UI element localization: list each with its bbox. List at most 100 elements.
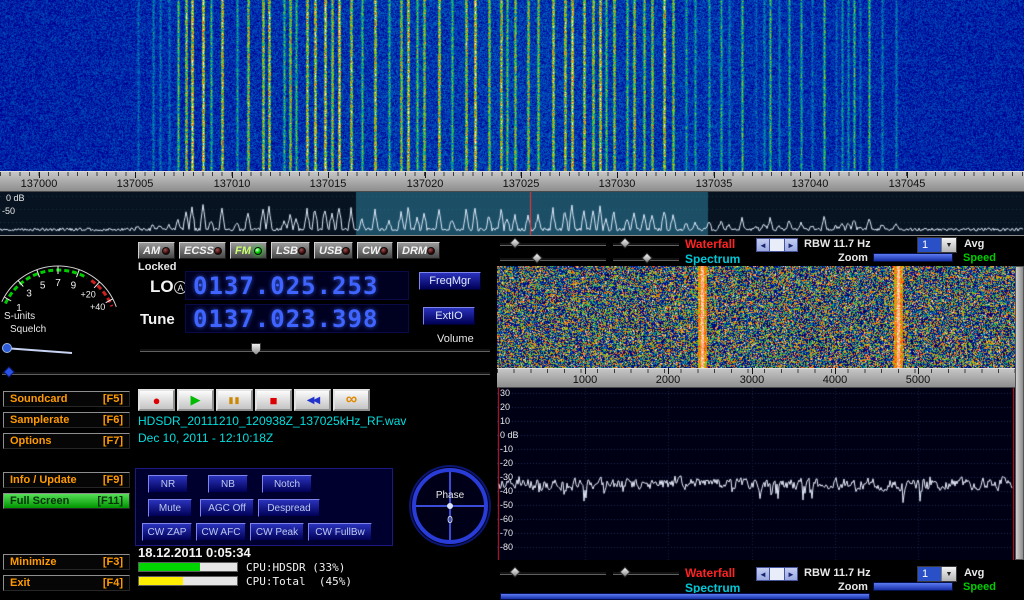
- record-button[interactable]: ●: [138, 389, 175, 411]
- mode-label: USB: [319, 245, 342, 257]
- mode-button-usb[interactable]: USB: [314, 242, 353, 259]
- phase-label: Phase: [436, 490, 465, 501]
- lo-frequency-display[interactable]: 0137.025.253: [185, 271, 409, 300]
- zoom-ruler-label-2: 3000: [722, 374, 782, 386]
- zoom-right-arrow-icon[interactable]: ►: [785, 568, 797, 580]
- mode-button-drm[interactable]: DRM: [397, 242, 440, 259]
- speed-dropdown-bottom[interactable]: 1 ▼: [917, 566, 957, 582]
- waterfall-zoom-scrollbar[interactable]: ◄ ►: [756, 238, 798, 252]
- options-button[interactable]: Options[F7]: [3, 433, 130, 449]
- rewind-button[interactable]: ◀◀: [294, 389, 331, 411]
- button-label: Info / Update: [10, 474, 77, 486]
- mode-label: AM: [143, 245, 160, 257]
- ruler-label-2: 137010: [202, 178, 262, 190]
- volume-slider-handle[interactable]: [251, 343, 261, 355]
- zoom-scrollbar-thumb[interactable]: [769, 568, 785, 580]
- zoom-slider[interactable]: [873, 253, 953, 262]
- mode-button-lsb[interactable]: LSB: [271, 242, 310, 259]
- mode-label: FM: [235, 245, 251, 257]
- extio-button[interactable]: ExtIO: [423, 307, 475, 325]
- tune-frequency-display[interactable]: 0137.023.398: [185, 304, 409, 333]
- right-scrollbar[interactable]: [1015, 266, 1024, 560]
- loop-icon: ∞: [346, 391, 357, 409]
- cpu-hdsdr-text: CPU:HDSDR (33%): [246, 561, 345, 574]
- speed-slider-bar-bottom[interactable]: [500, 593, 870, 600]
- fullscreen-button[interactable]: Full Screen[F11]: [3, 493, 130, 509]
- wf-brightness-handle[interactable]: [619, 237, 630, 248]
- zoom-left-arrow-icon[interactable]: ◄: [757, 239, 769, 251]
- recording-date: Dec 10, 2011 - 12:10:18Z: [138, 431, 273, 445]
- cw-afc-button[interactable]: CW AFC: [196, 523, 246, 541]
- play-button[interactable]: ▶: [177, 389, 214, 411]
- speed-dropdown[interactable]: 1 ▼: [917, 237, 957, 253]
- zoom-slider-bottom[interactable]: [873, 582, 953, 591]
- zoom-ruler-label-3: 4000: [805, 374, 865, 386]
- record-icon: ●: [153, 393, 161, 408]
- mute-button[interactable]: Mute: [148, 499, 192, 517]
- rewind-icon: ◀◀: [307, 395, 318, 406]
- zoom-ruler-label-1: 2000: [638, 374, 698, 386]
- main-frequency-ruler[interactable]: 137000 137005 137010 137015 137020 13702…: [0, 171, 1024, 192]
- despread-button[interactable]: Despread: [258, 499, 320, 517]
- nb-button[interactable]: NB: [208, 475, 248, 493]
- spec-offset-handle[interactable]: [641, 252, 652, 263]
- mode-label: CW: [362, 245, 380, 257]
- speed-label-bottom: Speed: [963, 581, 996, 593]
- button-label: Soundcard: [10, 393, 67, 405]
- mode-button-cw[interactable]: CW: [357, 242, 393, 259]
- zoom-ruler-label-0: 1000: [555, 374, 615, 386]
- volume-slider[interactable]: [140, 348, 490, 352]
- mode-led-icon: [298, 247, 306, 255]
- meter-needle-hub: [3, 344, 12, 353]
- mode-button-fm[interactable]: FM: [230, 242, 267, 259]
- mode-button-am[interactable]: AM: [138, 242, 175, 259]
- zoom-scrollbar-thumb[interactable]: [769, 239, 785, 251]
- nr-button[interactable]: NR: [148, 475, 188, 493]
- cw-peak-button[interactable]: CW Peak: [250, 523, 304, 541]
- hotkey-label: [F9]: [103, 474, 123, 486]
- cw-zap-button[interactable]: CW ZAP: [142, 523, 192, 541]
- ruler-label-1: 137005: [105, 178, 165, 190]
- mode-led-icon: [254, 247, 262, 255]
- freqmgr-button[interactable]: FreqMgr: [419, 272, 481, 290]
- hotkey-label: [F6]: [103, 414, 123, 426]
- zoom-waterfall-display[interactable]: [497, 266, 1015, 368]
- spec-range-slider[interactable]: [500, 257, 606, 261]
- wf-contrast-handle-bottom[interactable]: [509, 566, 520, 577]
- meter-tick-label-40: +40: [90, 302, 105, 312]
- loop-button[interactable]: ∞: [333, 389, 370, 411]
- mode-led-icon: [214, 247, 222, 255]
- db-label: 30: [500, 389, 530, 398]
- minimize-button[interactable]: Minimize[F3]: [3, 554, 130, 570]
- agc-off-button[interactable]: AGC Off: [200, 499, 254, 517]
- dropdown-arrow-icon[interactable]: ▼: [941, 238, 956, 252]
- soundcard-button[interactable]: Soundcard[F5]: [3, 391, 130, 407]
- zoom-frequency-ruler[interactable]: 1000 2000 3000 4000 5000: [497, 368, 1015, 388]
- wf-brightness-handle-bottom[interactable]: [619, 566, 630, 577]
- stop-button[interactable]: ■: [255, 389, 292, 411]
- samplerate-button[interactable]: Samplerate[F6]: [3, 412, 130, 428]
- main-waterfall-display[interactable]: [0, 0, 1024, 171]
- db-label: -10: [500, 445, 530, 454]
- main-spectrum-display[interactable]: [0, 192, 1024, 236]
- spec-range-handle[interactable]: [531, 252, 542, 263]
- zoom-left-arrow-icon[interactable]: ◄: [757, 568, 769, 580]
- waterfall-zoom-scrollbar-bottom[interactable]: ◄ ►: [756, 567, 798, 581]
- zoom-spectrum-display[interactable]: [497, 388, 1015, 560]
- pause-button[interactable]: ▮▮: [216, 389, 253, 411]
- mode-label: LSB: [276, 245, 298, 257]
- phase-indicator: Phase 0: [407, 460, 493, 550]
- speed-dropdown-value: 1: [918, 238, 941, 252]
- zoom-right-arrow-icon[interactable]: ►: [785, 239, 797, 251]
- squelch-slider[interactable]: [2, 371, 490, 375]
- wf-contrast-handle[interactable]: [509, 237, 520, 248]
- info-update-button[interactable]: Info / Update [F9]: [3, 472, 130, 488]
- mode-button-ecss[interactable]: ECSS: [179, 242, 226, 259]
- recording-filename: HDSDR_20111210_120938Z_137025kHz_RF.wav: [138, 414, 406, 428]
- mode-led-icon: [427, 247, 435, 255]
- ruler-label-7: 137035: [684, 178, 744, 190]
- cw-fullbw-button[interactable]: CW FullBw: [308, 523, 372, 541]
- exit-button[interactable]: Exit[F4]: [3, 575, 130, 591]
- dropdown-arrow-icon[interactable]: ▼: [941, 567, 956, 581]
- notch-button[interactable]: Notch: [262, 475, 312, 493]
